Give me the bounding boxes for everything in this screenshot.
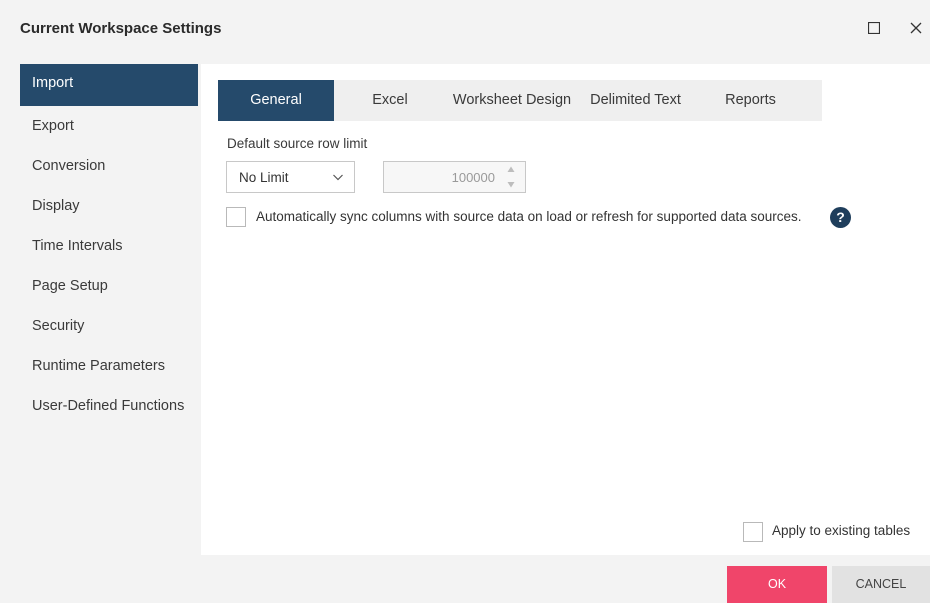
sync-columns-checkbox[interactable] xyxy=(226,207,246,227)
sidebar-item-user-defined-functions[interactable]: User-Defined Functions xyxy=(20,386,198,426)
settings-sidebar: Import Export Conversion Display Time In… xyxy=(20,64,198,424)
apply-existing-tables-checkbox[interactable] xyxy=(743,522,763,542)
tab-excel[interactable]: Excel xyxy=(334,80,446,121)
sidebar-item-conversion[interactable]: Conversion xyxy=(20,146,198,186)
row-limit-select[interactable]: No Limit xyxy=(226,161,355,193)
row-limit-number-value: 100000 xyxy=(451,170,495,185)
cancel-button[interactable]: CANCEL xyxy=(832,566,930,603)
ok-button[interactable]: OK xyxy=(727,566,827,603)
sync-columns-label: Automatically sync columns with source d… xyxy=(256,209,802,224)
sidebar-item-security[interactable]: Security xyxy=(20,306,198,346)
spin-down-icon[interactable] xyxy=(507,181,515,188)
row-limit-label: Default source row limit xyxy=(227,136,368,151)
sidebar-item-export[interactable]: Export xyxy=(20,106,198,146)
tab-reports[interactable]: Reports xyxy=(693,80,808,121)
close-icon xyxy=(910,22,922,34)
spin-up-icon[interactable] xyxy=(507,166,515,173)
tab-bar: General Excel Worksheet Design Delimited… xyxy=(218,80,822,121)
help-icon[interactable]: ? xyxy=(830,207,851,228)
tab-general[interactable]: General xyxy=(218,80,334,121)
number-spinner[interactable] xyxy=(505,166,517,188)
window-title: Current Workspace Settings xyxy=(20,20,222,37)
row-limit-select-value: No Limit xyxy=(239,170,289,185)
title-bar: Current Workspace Settings xyxy=(0,0,930,56)
sidebar-item-runtime-parameters[interactable]: Runtime Parameters xyxy=(20,346,198,386)
maximize-button[interactable] xyxy=(862,16,886,40)
settings-content-panel: General Excel Worksheet Design Delimited… xyxy=(201,64,930,555)
chevron-down-icon xyxy=(332,170,344,188)
sidebar-item-time-intervals[interactable]: Time Intervals xyxy=(20,226,198,266)
row-limit-number-input[interactable]: 100000 xyxy=(383,161,526,193)
maximize-icon xyxy=(868,22,880,34)
tab-delimited-text[interactable]: Delimited Text xyxy=(578,80,693,121)
sidebar-item-page-setup[interactable]: Page Setup xyxy=(20,266,198,306)
tab-worksheet-design[interactable]: Worksheet Design xyxy=(446,80,578,121)
apply-existing-tables-label: Apply to existing tables xyxy=(772,523,911,538)
sidebar-item-display[interactable]: Display xyxy=(20,186,198,226)
close-button[interactable] xyxy=(904,16,928,40)
sidebar-item-import[interactable]: Import xyxy=(20,64,198,106)
